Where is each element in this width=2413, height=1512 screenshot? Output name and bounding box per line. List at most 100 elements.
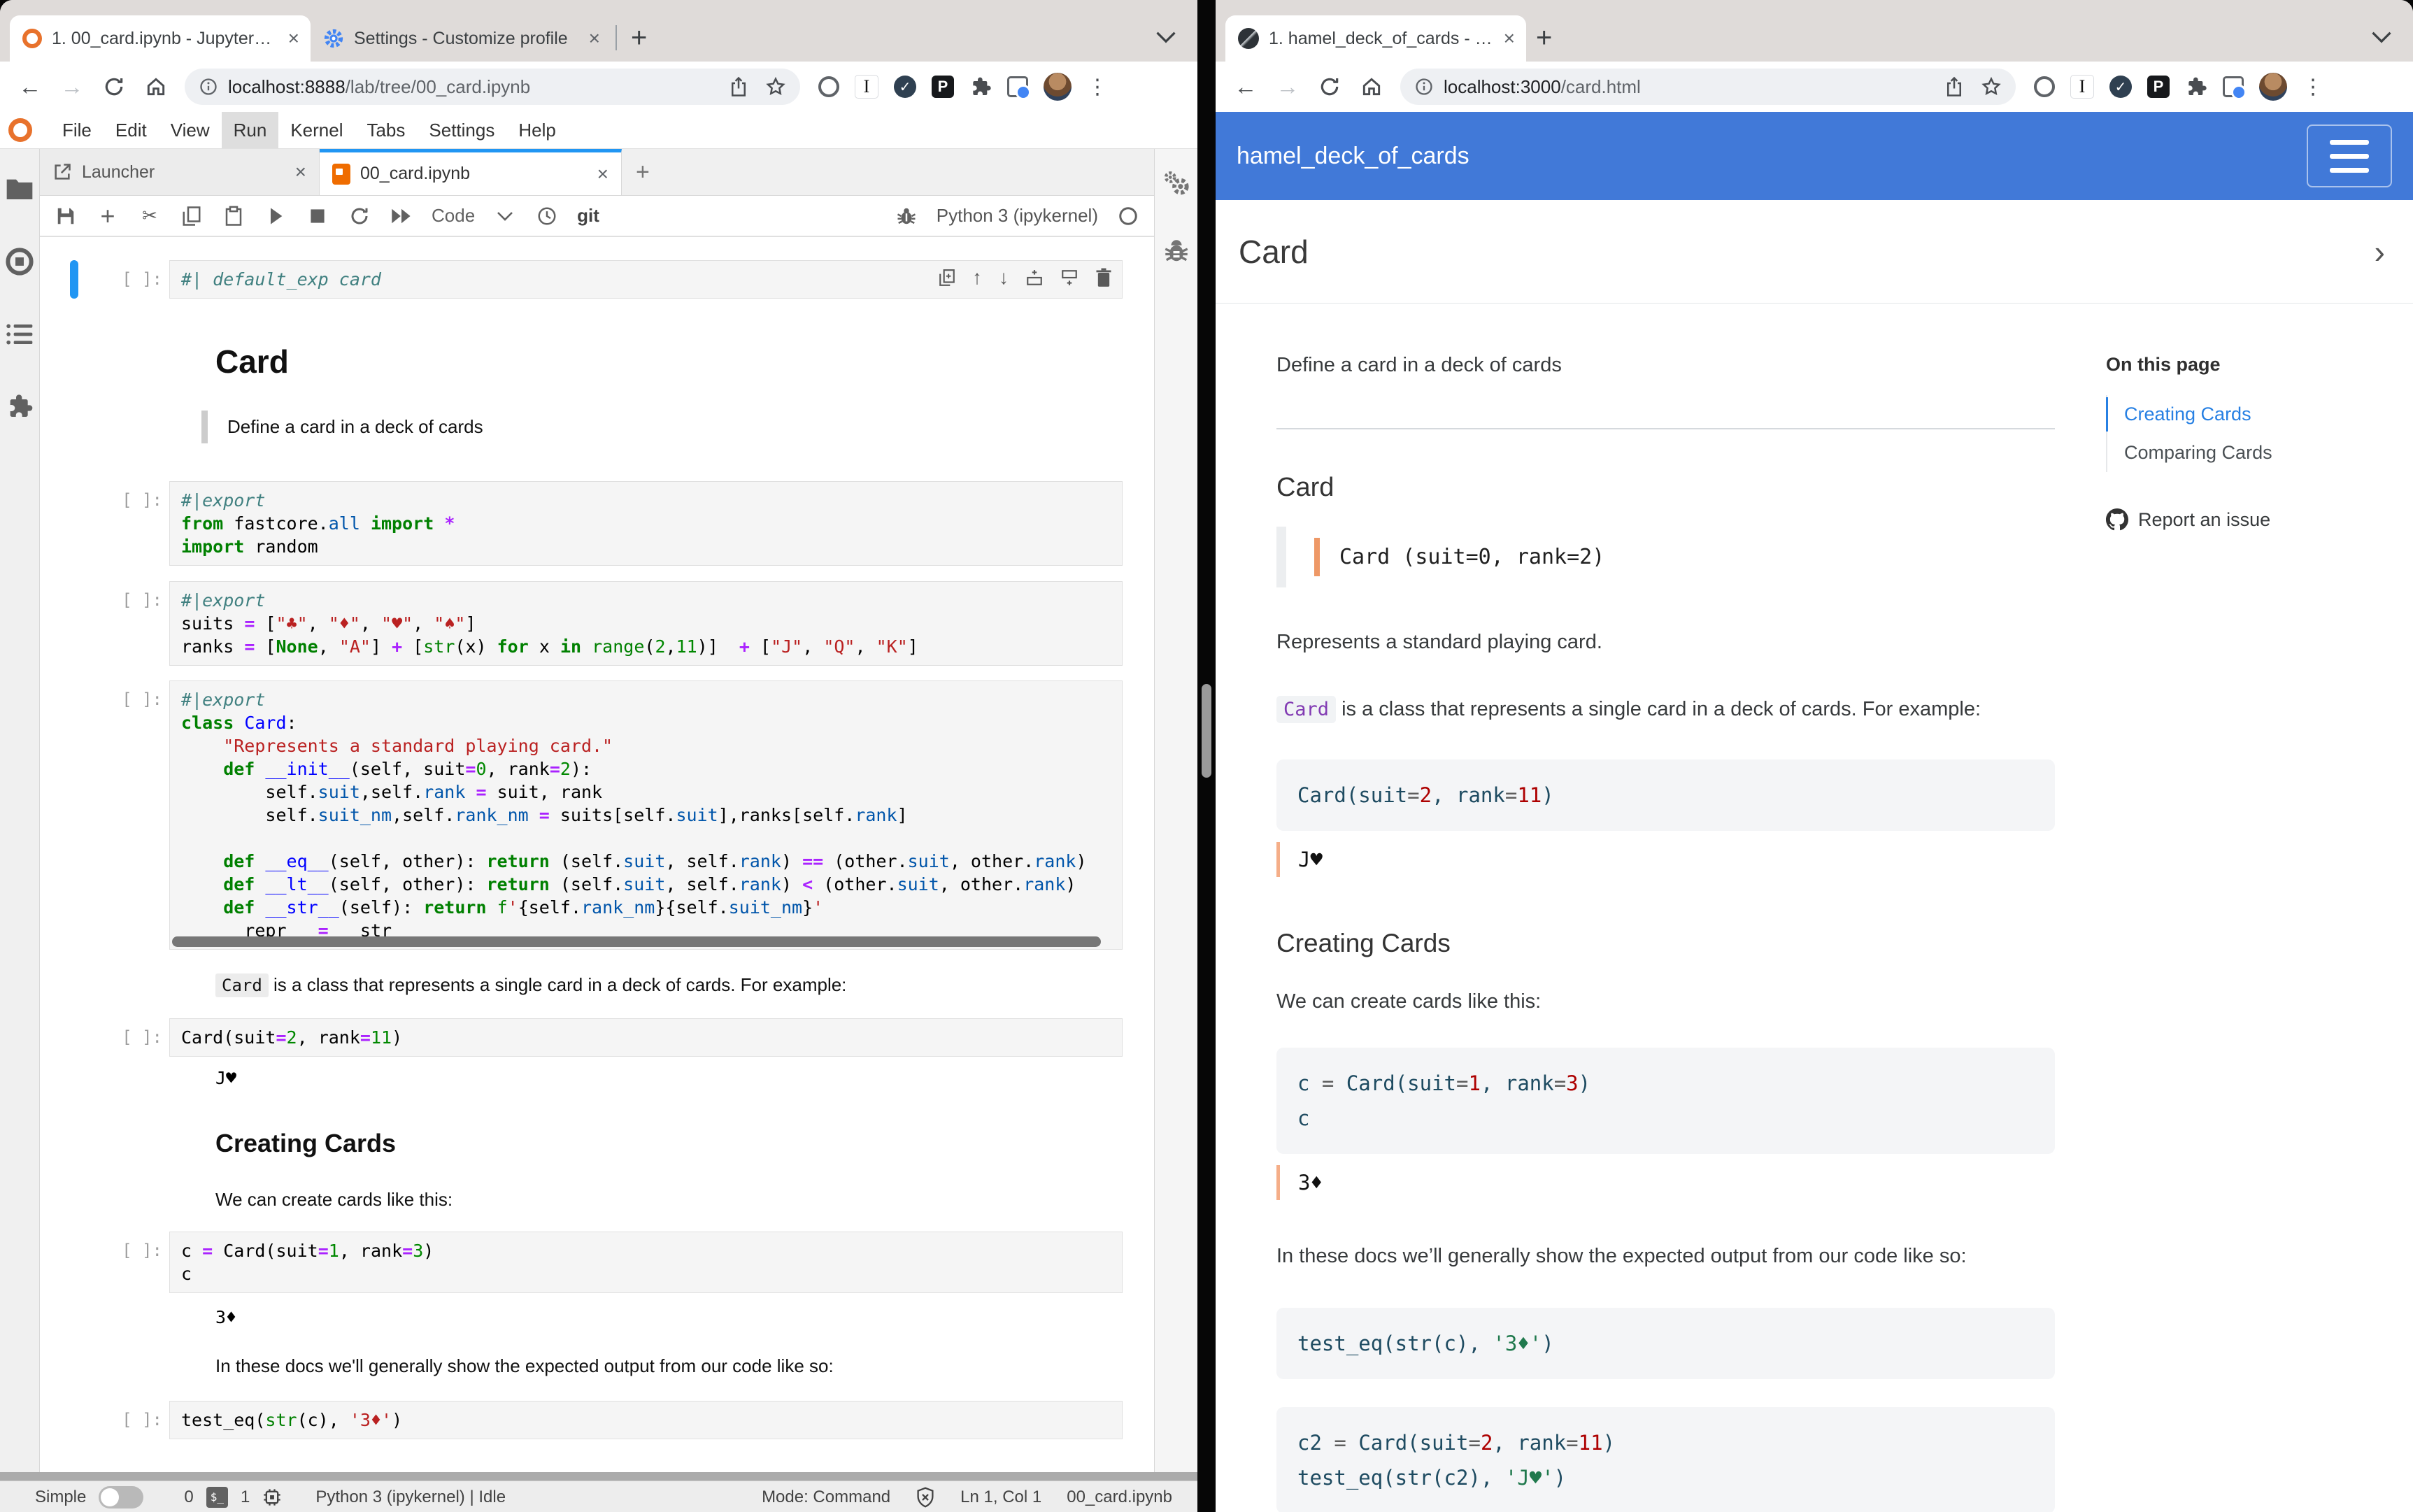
save-icon[interactable] [54, 204, 78, 228]
bookmark-star-icon[interactable] [765, 76, 786, 97]
menu-file[interactable]: File [50, 112, 104, 148]
browser-menu-icon[interactable]: ⋮ [1087, 75, 1108, 99]
kernel-status-icon[interactable] [1116, 204, 1140, 228]
new-dock-tab-button[interactable]: + [622, 149, 664, 195]
site-info-icon[interactable] [199, 77, 218, 97]
git-label[interactable]: git [577, 205, 599, 227]
browser-tab-jupyterlab[interactable]: 1. 00_card.ipynb - JupyterLab × [10, 15, 311, 62]
simple-mode-toggle[interactable] [99, 1486, 143, 1509]
code-cell-default-exp[interactable]: [ ]: #| default_exp card ↑ ↓ [70, 260, 1123, 299]
code-block-c2-test[interactable]: c2 = Card(suit=2, rank=11)test_eq(str(c2… [1276, 1407, 2055, 1512]
code-cell-class-card[interactable]: [ ]: #|exportclass Card: "Represents a s… [70, 680, 1123, 950]
menu-kernel[interactable]: Kernel [278, 112, 355, 148]
chevron-right-icon[interactable]: › [2375, 233, 2385, 271]
delete-cell-icon[interactable] [1095, 268, 1112, 287]
new-tab-button[interactable]: + [631, 24, 647, 52]
extension-p-icon[interactable]: P [932, 76, 954, 98]
extension-i-icon[interactable]: I [2070, 75, 2094, 99]
cell-editor[interactable]: Card(suit=2, rank=11) [169, 1018, 1123, 1057]
reload-icon[interactable] [97, 69, 131, 104]
address-bar[interactable]: localhost:3000/card.html [1400, 69, 2016, 105]
close-icon[interactable]: × [1504, 27, 1515, 50]
menu-tabs[interactable]: Tabs [355, 112, 417, 148]
profile-avatar[interactable] [1044, 73, 1072, 101]
browser-tab-settings[interactable]: Settings - Customize profile × [311, 15, 611, 62]
extension-ring-icon[interactable] [818, 76, 839, 97]
dock-tab-launcher[interactable]: Launcher × [40, 149, 320, 195]
code-block-create-card[interactable]: c = Card(suit=1, rank=3)c [1276, 1048, 2055, 1154]
duplicate-cell-icon[interactable] [939, 269, 955, 287]
horizontal-scrollbar[interactable] [172, 936, 1120, 947]
close-icon[interactable]: × [288, 27, 299, 50]
tab-search-chevron[interactable] [2371, 31, 2392, 43]
cell-editor[interactable]: #| default_exp card ↑ ↓ [169, 260, 1123, 299]
extension-p-icon[interactable]: P [2147, 76, 2170, 98]
copy-cells-icon[interactable] [180, 204, 204, 228]
close-icon[interactable]: × [295, 161, 306, 183]
code-block-card-example[interactable]: Card(suit=2, rank=11) [1276, 759, 2055, 831]
history-clock-icon[interactable] [535, 204, 559, 228]
move-cell-up-icon[interactable]: ↑ [972, 266, 982, 289]
code-cell-suits-ranks[interactable]: [ ]: #|exportsuits = ["♣", "♦", "♥", "♠"… [70, 581, 1123, 666]
bookmark-star-icon[interactable] [1981, 76, 2002, 97]
browser-menu-icon[interactable]: ⋮ [2302, 75, 2323, 99]
move-cell-down-icon[interactable]: ↓ [999, 266, 1009, 289]
browser-tab-docs[interactable]: 1. hamel_deck_of_cards - Card × [1225, 15, 1526, 62]
scrollbar-thumb[interactable] [172, 936, 1101, 947]
menu-help[interactable]: Help [506, 112, 567, 148]
restart-kernel-icon[interactable] [348, 204, 371, 228]
running-sessions-icon[interactable] [5, 247, 34, 276]
cut-cells-icon[interactable]: ✂ [138, 204, 162, 228]
menu-settings[interactable]: Settings [417, 112, 506, 148]
cell-editor[interactable]: c = Card(suit=1, rank=3)c [169, 1232, 1123, 1293]
insert-cell-above-icon[interactable] [1025, 269, 1044, 287]
cell-editor[interactable]: test_eq(str(c), '3♦') [169, 1401, 1123, 1439]
dock-tab-notebook[interactable]: 00_card.ipynb × [320, 149, 622, 195]
extensions-puzzle-icon[interactable] [969, 76, 992, 98]
run-all-icon[interactable] [390, 204, 413, 228]
code-cell-test-eq[interactable]: [ ]: test_eq(str(c), '3♦') [70, 1401, 1123, 1439]
trust-shield-icon[interactable] [916, 1487, 935, 1508]
back-icon[interactable]: ← [1228, 69, 1263, 104]
address-bar[interactable]: localhost:8888/lab/tree/00_card.ipynb [185, 69, 800, 105]
toc-item-creating-cards[interactable]: Creating Cards [2107, 395, 2407, 434]
cell-editor[interactable]: #|exportclass Card: "Represents a standa… [169, 680, 1123, 950]
kernel-sessions-icon[interactable] [262, 1488, 282, 1507]
code-cell-imports[interactable]: [ ]: #|exportfrom fastcore.all import *i… [70, 481, 1123, 566]
profile-avatar[interactable] [2259, 73, 2287, 101]
page-scrollbar-thumb[interactable] [1202, 684, 1211, 778]
forward-icon[interactable]: → [1270, 69, 1305, 104]
extensions-puzzle-icon[interactable] [2185, 76, 2207, 98]
cursor-position[interactable]: Ln 1, Col 1 [960, 1488, 1041, 1507]
mode-indicator[interactable]: Mode: Command [762, 1488, 890, 1507]
extension-ring-icon[interactable] [2034, 76, 2055, 97]
kernel-status-label[interactable]: Python 3 (ipykernel) | Idle [315, 1488, 506, 1507]
share-icon[interactable] [1944, 76, 1964, 97]
code-block-test-eq[interactable]: test_eq(str(c), '3♦') [1276, 1308, 2055, 1379]
share-icon[interactable] [729, 76, 748, 97]
debugger-bug-icon[interactable] [1163, 238, 1190, 264]
site-info-icon[interactable] [1414, 77, 1434, 97]
tab-search-chevron[interactable] [1155, 31, 1176, 43]
cell-editor[interactable]: #|exportfrom fastcore.all import *import… [169, 481, 1123, 566]
code-cell-create-card[interactable]: [ ]: c = Card(suit=1, rank=3)c [70, 1232, 1123, 1293]
active-cell-indicator[interactable] [70, 260, 78, 299]
toc-item-comparing-cards[interactable]: Comparing Cards [2107, 434, 2407, 472]
insert-cell-below-icon[interactable] [1060, 269, 1079, 287]
side-panel-icon[interactable] [2223, 76, 2244, 97]
report-issue-link[interactable]: Report an issue [2106, 508, 2407, 531]
property-inspector-icon[interactable] [1161, 170, 1192, 198]
side-panel-icon[interactable] [1007, 76, 1028, 97]
debugger-bug-icon[interactable] [895, 204, 918, 228]
terminal-icon[interactable]: $_ [206, 1487, 228, 1508]
close-icon[interactable]: × [597, 163, 608, 185]
site-brand[interactable]: hamel_deck_of_cards [1237, 143, 1469, 170]
menu-view[interactable]: View [159, 112, 222, 148]
reload-icon[interactable] [1312, 69, 1347, 104]
kernel-name[interactable]: Python 3 (ipykernel) [937, 205, 1098, 227]
back-icon[interactable]: ← [13, 69, 48, 104]
table-of-contents-icon[interactable] [6, 322, 34, 346]
code-cell-card-example[interactable]: [ ]: Card(suit=2, rank=11) [70, 1018, 1123, 1057]
extension-i-icon[interactable]: I [855, 75, 878, 99]
extension-manager-icon[interactable] [6, 392, 34, 420]
